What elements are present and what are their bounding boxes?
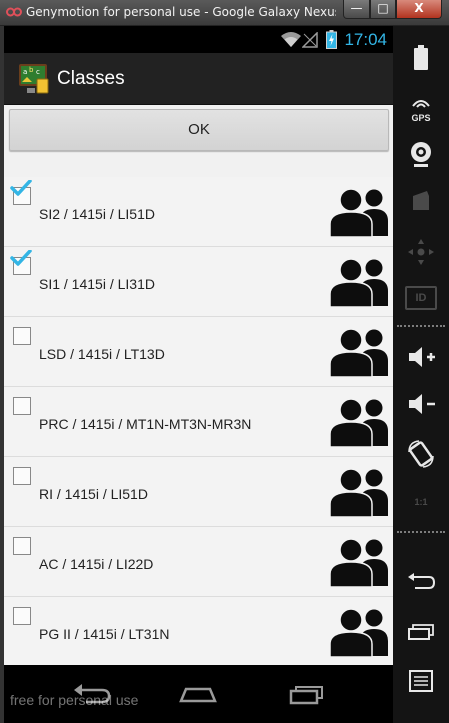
status-clock: 17:04 bbox=[344, 30, 387, 49]
minimize-button[interactable]: — bbox=[343, 0, 370, 19]
android-menu-icon[interactable] bbox=[405, 668, 437, 694]
svg-text:b: b bbox=[29, 66, 34, 74]
maximize-button[interactable]: □ bbox=[370, 0, 396, 19]
gps-label: GPS bbox=[411, 113, 431, 123]
android-recent-apps-icon[interactable] bbox=[405, 620, 437, 642]
android-back-icon[interactable] bbox=[405, 571, 437, 593]
group-icon[interactable] bbox=[329, 185, 389, 244]
class-checkbox[interactable] bbox=[13, 607, 31, 625]
gps-icon bbox=[412, 100, 430, 108]
action-bar: a b c Classes bbox=[4, 53, 393, 105]
page-title: Classes bbox=[57, 68, 125, 89]
wifi-icon bbox=[281, 32, 301, 47]
svg-text:c: c bbox=[36, 68, 40, 76]
close-button[interactable]: X bbox=[396, 0, 442, 19]
separator bbox=[397, 531, 445, 533]
class-label: PG II / 1415i / LT31N bbox=[39, 626, 170, 642]
camera-widget-icon[interactable] bbox=[405, 138, 437, 170]
checkmark-icon bbox=[10, 250, 32, 266]
volume-down-icon[interactable] bbox=[405, 391, 437, 417]
class-checkbox[interactable] bbox=[13, 537, 31, 555]
home-icon[interactable] bbox=[178, 683, 218, 705]
remote-control-widget-icon[interactable] bbox=[405, 236, 437, 268]
battery-widget-icon[interactable] bbox=[405, 44, 437, 74]
class-label: SI1 / 1415i / LI31D bbox=[39, 276, 155, 292]
class-row[interactable]: PG II / 1415i / LT31N bbox=[4, 597, 393, 667]
class-label: RI / 1415i / LI51D bbox=[39, 486, 148, 502]
genymotion-logo-icon bbox=[6, 7, 22, 17]
group-icon[interactable] bbox=[329, 325, 389, 384]
status-bar: 17:04 bbox=[4, 26, 393, 53]
group-icon[interactable] bbox=[329, 535, 389, 594]
window-title-bar[interactable]: Genymotion for personal use - Google Gal… bbox=[0, 0, 449, 26]
separator bbox=[397, 325, 445, 327]
group-icon[interactable] bbox=[329, 605, 389, 664]
classes-list: SI2 / 1415i / LI51D SI1 / 1415i / LI31D LS… bbox=[4, 177, 393, 667]
class-label: AC / 1415i / LI22D bbox=[39, 556, 154, 572]
class-row[interactable]: RI / 1415i / LI51D bbox=[4, 457, 393, 527]
class-checkbox[interactable] bbox=[13, 397, 31, 415]
pixel-perfect-label: 1:1 bbox=[414, 497, 428, 507]
class-row[interactable]: SI1 / 1415i / LI31D bbox=[4, 247, 393, 317]
class-row[interactable]: LSD / 1415i / LT13D bbox=[4, 317, 393, 387]
class-label: SI2 / 1415i / LI51D bbox=[39, 206, 155, 222]
gps-widget[interactable]: GPS bbox=[405, 96, 437, 123]
rotate-screen-icon[interactable] bbox=[405, 438, 437, 470]
screencast-widget-icon[interactable] bbox=[405, 188, 437, 216]
class-row[interactable]: PRC / 1415i / MT1N-MT3N-MR3N bbox=[4, 387, 393, 457]
class-row[interactable]: AC / 1415i / LI22D bbox=[4, 527, 393, 597]
volume-up-icon[interactable] bbox=[405, 344, 437, 370]
ok-button[interactable]: OK bbox=[9, 109, 389, 151]
battery-icon bbox=[326, 30, 337, 49]
device-id-widget[interactable]: ID bbox=[405, 286, 437, 310]
watermark-text: free for personal use bbox=[10, 692, 139, 708]
content-area: OK SI2 / 1415i / LI51D SI1 / 1415i / LI31… bbox=[4, 105, 393, 667]
class-label: PRC / 1415i / MT1N-MT3N-MR3N bbox=[39, 416, 252, 432]
genymotion-side-panel: GPS ID 1:1 bbox=[393, 26, 449, 723]
class-row[interactable]: SI2 / 1415i / LI51D bbox=[4, 177, 393, 247]
signal-icon bbox=[302, 32, 318, 48]
class-label: LSD / 1415i / LT13D bbox=[39, 346, 165, 362]
window-title: Genymotion for personal use - Google Gal… bbox=[26, 5, 336, 19]
recent-apps-icon[interactable] bbox=[287, 683, 327, 705]
group-icon[interactable] bbox=[329, 395, 389, 454]
group-icon[interactable] bbox=[329, 465, 389, 524]
checkmark-icon bbox=[10, 180, 32, 196]
svg-text:a: a bbox=[23, 68, 27, 76]
device-screen: 17:04 a b c Classes OK SI2 / 1415i / LI5… bbox=[4, 26, 393, 723]
app-chalkboard-icon[interactable]: a b c bbox=[18, 61, 52, 95]
class-checkbox[interactable] bbox=[13, 327, 31, 345]
pixel-perfect-widget[interactable]: 1:1 bbox=[405, 488, 437, 516]
group-icon[interactable] bbox=[329, 255, 389, 314]
class-checkbox[interactable] bbox=[13, 467, 31, 485]
